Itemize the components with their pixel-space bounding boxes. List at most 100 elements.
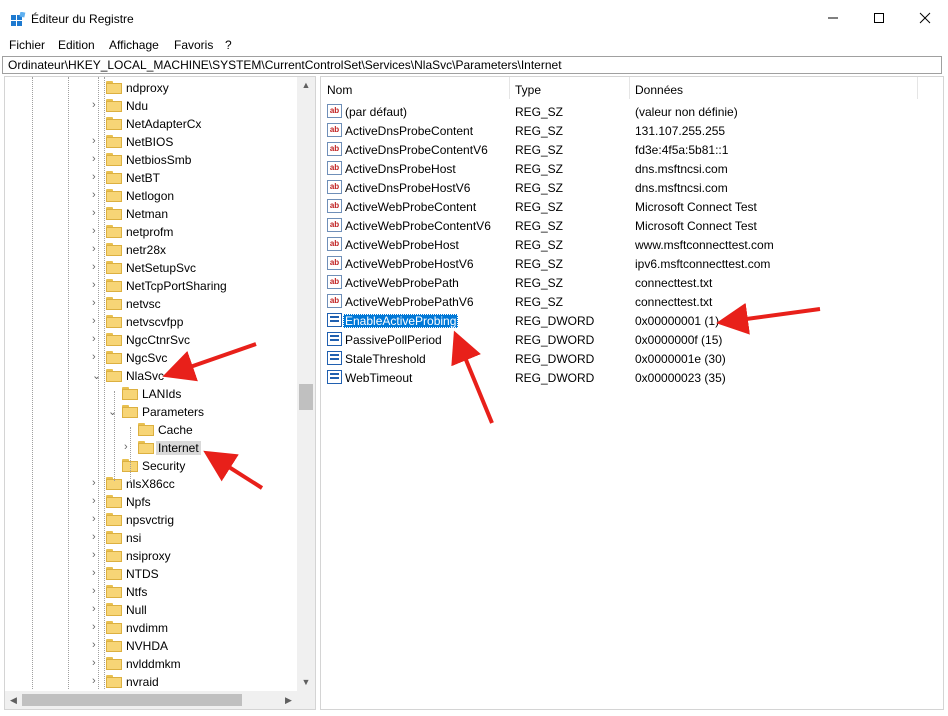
- value-row[interactable]: ab ActiveDnsProbeContent REG_SZ 131.107.255…: [321, 121, 941, 140]
- chevron-down-icon[interactable]: ⌄: [92, 369, 102, 383]
- value-row[interactable]: ab ActiveWebProbePathV6 REG_SZ connecttest.…: [321, 292, 941, 311]
- chevron-right-icon[interactable]: ›: [92, 297, 102, 311]
- chevron-right-icon[interactable]: ›: [92, 261, 102, 275]
- chevron-right-icon[interactable]: ›: [92, 315, 102, 329]
- tree-vertical-scrollbar[interactable]: ▲ ▼: [297, 77, 315, 691]
- minimize-button[interactable]: [810, 0, 856, 36]
- chevron-down-icon[interactable]: ⌄: [108, 405, 118, 419]
- chevron-right-icon[interactable]: ›: [92, 513, 102, 527]
- chevron-right-icon[interactable]: ›: [92, 495, 102, 509]
- value-row[interactable]: EnableActiveProbing REG_DWORD 0x00000001 (…: [321, 311, 941, 330]
- tree-node[interactable]: › NgcCtnrSvc: [5, 331, 295, 349]
- value-row[interactable]: ab ActiveWebProbeContent REG_SZ Microsoft C…: [321, 197, 941, 216]
- tree-node[interactable]: › Netlogon: [5, 187, 295, 205]
- tree-node[interactable]: › netvscvfpp: [5, 313, 295, 331]
- value-row[interactable]: ab ActiveDnsProbeHostV6 REG_SZ dns.msftncsi…: [321, 178, 941, 197]
- chevron-right-icon[interactable]: ›: [92, 135, 102, 149]
- chevron-right-icon[interactable]: ›: [92, 477, 102, 491]
- menu-fichier[interactable]: Fichier: [9, 38, 45, 52]
- tree-node[interactable]: ⌄ NlaSvc: [5, 367, 295, 385]
- chevron-right-icon[interactable]: ›: [92, 153, 102, 167]
- maximize-button[interactable]: [856, 0, 902, 36]
- tree-node[interactable]: › NgcSvc: [5, 349, 295, 367]
- tree-node[interactable]: Cache: [5, 421, 295, 439]
- tree-node[interactable]: LANIds: [5, 385, 295, 403]
- menu-help[interactable]: ?: [225, 38, 232, 52]
- chevron-right-icon[interactable]: ›: [92, 279, 102, 293]
- scroll-left-icon[interactable]: ◀: [5, 691, 22, 709]
- tree-node[interactable]: › NetbiosSmb: [5, 151, 295, 169]
- address-bar[interactable]: Ordinateur\HKEY_LOCAL_MACHINE\SYSTEM\Cur…: [2, 56, 942, 74]
- tree-node[interactable]: ⌄ Parameters: [5, 403, 295, 421]
- tree-node[interactable]: › netr28x: [5, 241, 295, 259]
- scroll-thumb-horizontal[interactable]: [22, 694, 242, 706]
- chevron-right-icon[interactable]: ›: [92, 549, 102, 563]
- column-header-type[interactable]: Type: [509, 77, 629, 99]
- column-divider[interactable]: [917, 77, 918, 99]
- chevron-right-icon[interactable]: ›: [92, 585, 102, 599]
- tree-node[interactable]: › nlsX86cc: [5, 475, 295, 493]
- tree-horizontal-scrollbar[interactable]: ◀ ▶: [5, 691, 297, 709]
- tree-node[interactable]: › netprofm: [5, 223, 295, 241]
- value-row[interactable]: ab ActiveWebProbeContentV6 REG_SZ Microsoft…: [321, 216, 941, 235]
- chevron-right-icon[interactable]: ›: [92, 675, 102, 689]
- key-tree-pane[interactable]: ndproxy › Ndu NetAdapterCx › NetBIOS › NetbiosS…: [4, 76, 316, 710]
- tree-node[interactable]: › Internet: [5, 439, 295, 457]
- chevron-right-icon[interactable]: ›: [92, 621, 102, 635]
- tree-node[interactable]: ndproxy: [5, 79, 295, 97]
- chevron-right-icon[interactable]: ›: [92, 225, 102, 239]
- value-row[interactable]: StaleThreshold REG_DWORD 0x0000001e (30): [321, 349, 941, 368]
- column-header-data[interactable]: Données: [629, 77, 919, 99]
- chevron-right-icon[interactable]: ›: [124, 441, 134, 455]
- scroll-up-icon[interactable]: ▲: [297, 77, 315, 94]
- chevron-right-icon[interactable]: ›: [92, 333, 102, 347]
- close-button[interactable]: [902, 0, 948, 36]
- value-row[interactable]: PassivePollPeriod REG_DWORD 0x0000000f (15…: [321, 330, 941, 349]
- tree-node[interactable]: › Npfs: [5, 493, 295, 511]
- chevron-right-icon[interactable]: ›: [92, 243, 102, 257]
- tree-node[interactable]: › nvlddmkm: [5, 655, 295, 673]
- tree-node[interactable]: › Null: [5, 601, 295, 619]
- scroll-right-icon[interactable]: ▶: [280, 691, 297, 709]
- value-row[interactable]: WebTimeout REG_DWORD 0x00000023 (35): [321, 368, 941, 387]
- chevron-right-icon[interactable]: ›: [92, 531, 102, 545]
- value-row[interactable]: ab ActiveWebProbeHostV6 REG_SZ ipv6.msftcon…: [321, 254, 941, 273]
- menu-favoris[interactable]: Favoris: [174, 38, 213, 52]
- value-row[interactable]: ab ActiveWebProbeHost REG_SZ www.msftconnec…: [321, 235, 941, 254]
- scroll-thumb[interactable]: [299, 384, 313, 410]
- chevron-right-icon[interactable]: ›: [92, 603, 102, 617]
- value-row[interactable]: ab ActiveWebProbePath REG_SZ connecttest.tx…: [321, 273, 941, 292]
- tree-node[interactable]: › Ndu: [5, 97, 295, 115]
- tree-node[interactable]: › NetTcpPortSharing: [5, 277, 295, 295]
- chevron-right-icon[interactable]: ›: [92, 171, 102, 185]
- value-row[interactable]: ab ActiveDnsProbeContentV6 REG_SZ fd3e:4f5a…: [321, 140, 941, 159]
- tree-node[interactable]: › Ntfs: [5, 583, 295, 601]
- chevron-right-icon[interactable]: ›: [92, 639, 102, 653]
- chevron-right-icon[interactable]: ›: [92, 657, 102, 671]
- chevron-right-icon[interactable]: ›: [92, 351, 102, 365]
- tree-node[interactable]: NetAdapterCx: [5, 115, 295, 133]
- tree-node[interactable]: › NetBIOS: [5, 133, 295, 151]
- tree-node[interactable]: › Netman: [5, 205, 295, 223]
- tree-node[interactable]: › NetSetupSvc: [5, 259, 295, 277]
- tree-node[interactable]: › nvdimm: [5, 619, 295, 637]
- chevron-right-icon[interactable]: ›: [92, 207, 102, 221]
- chevron-right-icon[interactable]: ›: [92, 567, 102, 581]
- tree-node[interactable]: › nsiproxy: [5, 547, 295, 565]
- tree-node[interactable]: › netvsc: [5, 295, 295, 313]
- menu-affichage[interactable]: Affichage: [109, 38, 159, 52]
- column-header-name[interactable]: Nom: [321, 77, 509, 99]
- tree-node[interactable]: › NVHDA: [5, 637, 295, 655]
- tree-node[interactable]: › nsi: [5, 529, 295, 547]
- tree-node[interactable]: › nvraid: [5, 673, 295, 691]
- tree-node[interactable]: Security: [5, 457, 295, 475]
- value-row[interactable]: ab (par défaut) REG_SZ (valeur non définie): [321, 102, 941, 121]
- values-list-pane[interactable]: Nom Type Données ab (par défaut) REG_SZ (va…: [320, 76, 944, 710]
- tree-node[interactable]: › npsvctrig: [5, 511, 295, 529]
- tree-node[interactable]: › NTDS: [5, 565, 295, 583]
- menu-edition[interactable]: Edition: [58, 38, 95, 52]
- chevron-right-icon[interactable]: ›: [92, 99, 102, 113]
- tree-node[interactable]: › NetBT: [5, 169, 295, 187]
- chevron-right-icon[interactable]: ›: [92, 189, 102, 203]
- value-row[interactable]: ab ActiveDnsProbeHost REG_SZ dns.msftncsi.c…: [321, 159, 941, 178]
